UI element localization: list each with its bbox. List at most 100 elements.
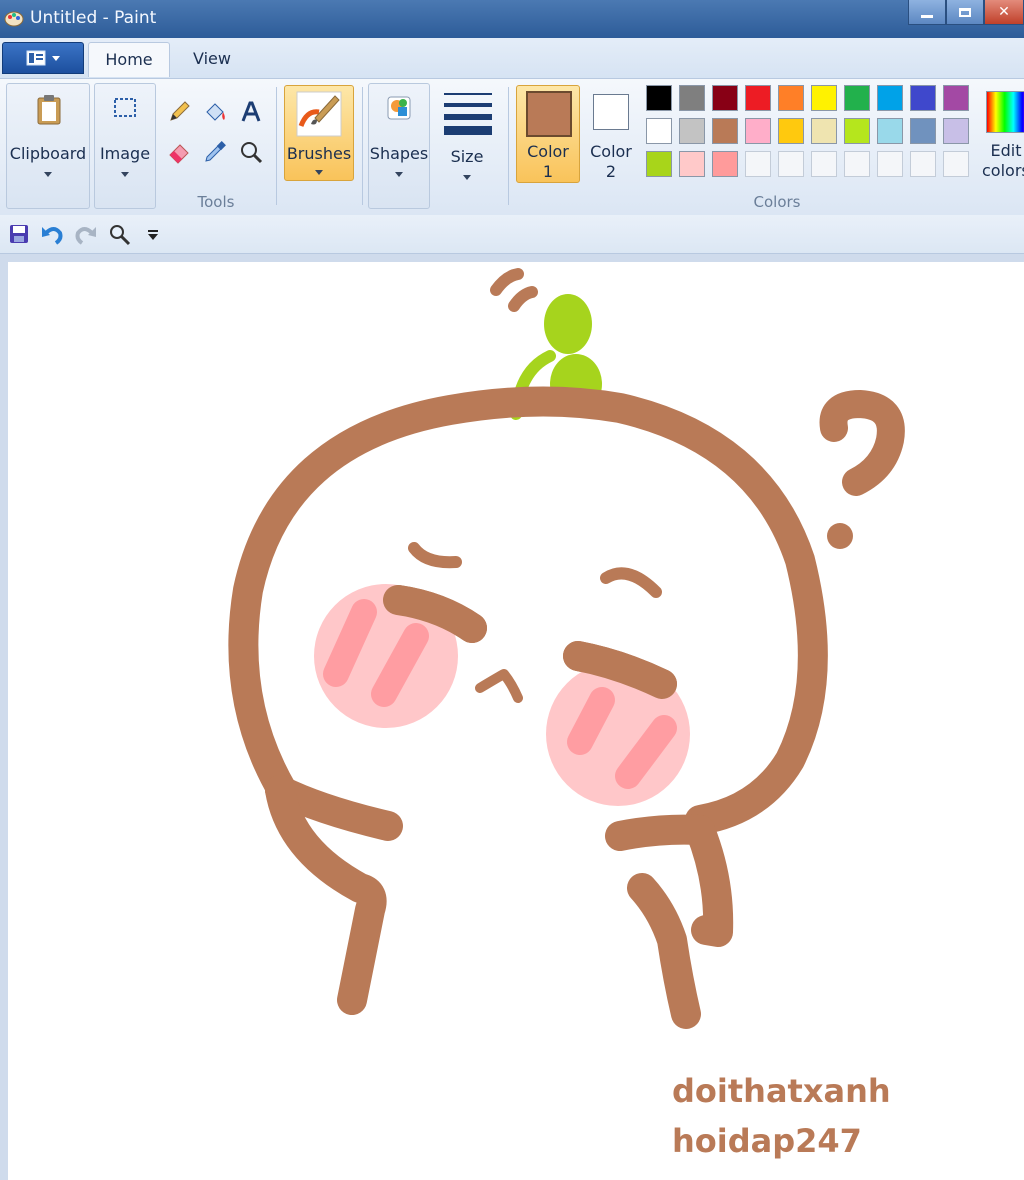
close-button[interactable]: ✕ xyxy=(984,0,1024,25)
clipboard-button[interactable]: Clipboard xyxy=(6,83,90,209)
brushes-label: Brushes xyxy=(286,144,352,163)
chevron-down-icon xyxy=(315,170,323,175)
maximize-button[interactable] xyxy=(946,0,984,25)
color1-button[interactable]: Color 1 xyxy=(516,85,580,183)
palette-swatch[interactable] xyxy=(910,85,936,111)
tab-home[interactable]: Home xyxy=(88,42,170,77)
paintbrush-icon xyxy=(296,91,342,137)
color2-number: 2 xyxy=(605,162,617,181)
text-icon xyxy=(241,101,261,122)
size-group[interactable]: Size xyxy=(436,83,498,211)
palette-swatch[interactable] xyxy=(910,118,936,144)
eraser-icon xyxy=(169,144,189,164)
eyedropper-icon xyxy=(205,141,226,162)
palette-swatch[interactable] xyxy=(877,151,903,177)
palette-swatch[interactable] xyxy=(679,85,705,111)
palette-swatch[interactable] xyxy=(712,85,738,111)
palette-swatch[interactable] xyxy=(679,151,705,177)
palette-swatch[interactable] xyxy=(844,118,870,144)
color2-label: Color xyxy=(590,142,632,161)
menu-document-icon xyxy=(26,50,46,66)
customize-toolbar-icon[interactable] xyxy=(146,229,160,241)
chevron-down-icon xyxy=(121,172,129,177)
palette-swatch[interactable] xyxy=(943,151,969,177)
palette-swatch[interactable] xyxy=(811,118,837,144)
fill-button[interactable] xyxy=(200,97,230,127)
ribbon-tab-row: Home View xyxy=(0,38,1024,78)
drawing-canvas[interactable] xyxy=(8,262,1024,1180)
clipboard-group: Clipboard xyxy=(6,83,90,211)
paint-app-icon[interactable] xyxy=(4,8,24,28)
palette-swatch[interactable] xyxy=(877,118,903,144)
zoom-icon[interactable] xyxy=(108,223,132,247)
image-button[interactable]: Image xyxy=(94,83,156,209)
pencil-button[interactable] xyxy=(164,97,194,127)
palette-swatch[interactable] xyxy=(778,151,804,177)
brushes-button[interactable]: Brushes xyxy=(284,85,354,181)
color-picker-button[interactable] xyxy=(200,137,230,167)
minimize-button[interactable] xyxy=(908,0,946,25)
palette-swatch[interactable] xyxy=(910,151,936,177)
chevron-down-icon xyxy=(52,55,60,61)
palette-swatch[interactable] xyxy=(778,85,804,111)
palette-swatch[interactable] xyxy=(943,85,969,111)
palette-swatch[interactable] xyxy=(811,85,837,111)
edit-colors-button[interactable]: Edit colors xyxy=(980,85,1024,185)
quick-access-toolbar xyxy=(0,215,1024,254)
text-button[interactable] xyxy=(236,97,266,127)
redo-icon[interactable] xyxy=(74,223,98,245)
palette-swatch[interactable] xyxy=(877,85,903,111)
palette-swatch[interactable] xyxy=(679,118,705,144)
palette-swatch[interactable] xyxy=(943,118,969,144)
image-group: Image xyxy=(94,83,156,211)
tools-group-label: Tools xyxy=(197,193,235,211)
palette-swatch[interactable] xyxy=(712,118,738,144)
shapes-label: Shapes xyxy=(369,144,429,163)
palette-swatch[interactable] xyxy=(844,151,870,177)
watermark: doithatxanh hoidap247 xyxy=(672,1066,891,1166)
close-icon: ✕ xyxy=(998,4,1010,20)
color1-label: Color xyxy=(527,142,569,161)
canvas-area: doithatxanh hoidap247 xyxy=(0,254,1024,1180)
drawing xyxy=(228,268,905,1029)
shapes-icon xyxy=(387,96,411,120)
color2-swatch xyxy=(593,94,629,130)
eraser-button[interactable] xyxy=(164,137,194,167)
color1-swatch xyxy=(526,91,572,137)
chevron-down-icon xyxy=(463,175,471,180)
color-palette xyxy=(646,85,976,185)
palette-swatch[interactable] xyxy=(646,118,672,144)
separator xyxy=(362,87,363,205)
size-label: Size xyxy=(450,147,484,166)
clipboard-icon xyxy=(37,95,61,125)
pencil-icon xyxy=(170,101,190,121)
palette-swatch[interactable] xyxy=(745,118,771,144)
magnifier-button[interactable] xyxy=(236,137,266,167)
minimize-icon xyxy=(921,14,933,18)
window-title: Untitled - Paint xyxy=(30,8,157,28)
palette-swatch[interactable] xyxy=(646,151,672,177)
ribbon: Clipboard Image Tools Brushes Shapes Siz… xyxy=(0,78,1024,216)
watermark-line-2: hoidap247 xyxy=(672,1122,862,1160)
palette-swatch[interactable] xyxy=(712,151,738,177)
separator xyxy=(276,87,277,205)
clipboard-label: Clipboard xyxy=(9,144,87,163)
palette-swatch[interactable] xyxy=(745,151,771,177)
tab-view[interactable]: View xyxy=(174,42,250,76)
colors-group-label: Colors xyxy=(753,193,801,211)
palette-swatch[interactable] xyxy=(745,85,771,111)
shapes-button[interactable]: Shapes xyxy=(368,83,430,209)
save-icon[interactable] xyxy=(8,223,30,245)
palette-swatch[interactable] xyxy=(646,85,672,111)
select-icon xyxy=(114,98,136,117)
color2-button[interactable]: Color 2 xyxy=(582,85,640,183)
edit-colors-label: Edit xyxy=(990,141,1022,160)
palette-swatch[interactable] xyxy=(778,118,804,144)
palette-swatch[interactable] xyxy=(844,85,870,111)
undo-icon[interactable] xyxy=(40,223,64,245)
palette-swatch[interactable] xyxy=(811,151,837,177)
separator xyxy=(508,87,509,205)
maximize-icon xyxy=(959,7,971,17)
paint-menu-button[interactable] xyxy=(2,42,84,74)
title-bar: Untitled - Paint ✕ xyxy=(0,0,1024,38)
